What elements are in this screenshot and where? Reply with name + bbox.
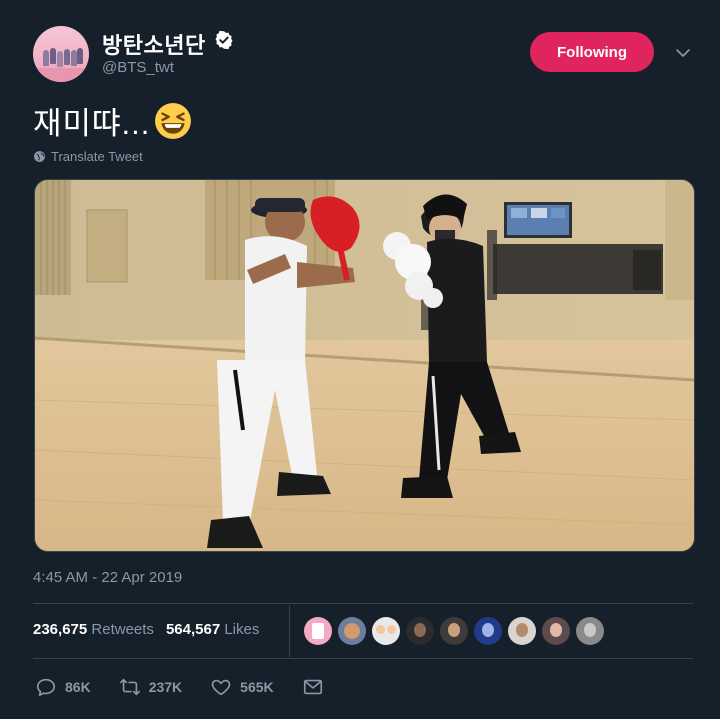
verified-badge-icon bbox=[215, 30, 233, 50]
liker-avatar[interactable] bbox=[304, 617, 332, 645]
liker-avatar[interactable] bbox=[372, 617, 400, 645]
author-avatar[interactable] bbox=[33, 26, 89, 82]
likes-stat[interactable]: 564,567 Likes bbox=[166, 621, 259, 638]
retweets-stat[interactable]: 236,675 Retweets bbox=[33, 621, 154, 638]
liked-by-avatars bbox=[304, 617, 604, 645]
tweet-actions: 86K 237K 565K bbox=[35, 676, 352, 698]
likes-label: Likes bbox=[224, 621, 260, 638]
tweet-timestamp[interactable]: 4:45 AM - 22 Apr 2019 bbox=[33, 569, 182, 586]
liker-avatar[interactable] bbox=[474, 617, 502, 645]
engagement-stats: 236,675 Retweets 564,567 Likes bbox=[33, 621, 259, 638]
liker-avatar[interactable] bbox=[338, 617, 366, 645]
like-count: 565K bbox=[240, 679, 274, 695]
reply-button[interactable]: 86K bbox=[35, 676, 91, 698]
reply-icon bbox=[36, 678, 56, 697]
direct-message-button[interactable] bbox=[302, 676, 324, 698]
retweets-count: 236,675 bbox=[33, 621, 88, 638]
liker-avatar[interactable] bbox=[508, 617, 536, 645]
retweet-button[interactable]: 237K bbox=[119, 676, 182, 698]
grinning-squinting-face-icon bbox=[155, 102, 192, 139]
stats-separator bbox=[289, 605, 290, 657]
retweet-count: 237K bbox=[148, 679, 183, 695]
tweet-video[interactable] bbox=[34, 179, 695, 552]
divider-top bbox=[33, 603, 693, 604]
tweet-text-body: 재미땨... bbox=[33, 106, 151, 141]
translate-tweet-label: Translate Tweet bbox=[51, 149, 143, 164]
chevron-down-icon[interactable] bbox=[674, 44, 692, 62]
retweets-label: Retweets bbox=[91, 621, 154, 638]
tweet-card: 방탄소년단 @BTS_twt Following 재미땨... Translat… bbox=[0, 0, 720, 719]
video-thumbnail bbox=[35, 180, 694, 551]
translate-tweet-link[interactable]: Translate Tweet bbox=[33, 149, 143, 164]
liker-avatar[interactable] bbox=[542, 617, 570, 645]
liker-avatar[interactable] bbox=[576, 617, 604, 645]
liker-avatar[interactable] bbox=[406, 617, 434, 645]
reply-count: 86K bbox=[65, 679, 91, 695]
author-handle[interactable]: @BTS_twt bbox=[102, 59, 174, 76]
divider-bottom bbox=[33, 658, 693, 659]
heart-icon bbox=[211, 679, 231, 696]
following-button[interactable]: Following bbox=[530, 32, 654, 72]
globe-icon bbox=[34, 151, 45, 162]
author-display-name[interactable]: 방탄소년단 bbox=[102, 28, 206, 60]
tweet-text: 재미땨... bbox=[33, 98, 192, 143]
like-button[interactable]: 565K bbox=[210, 676, 274, 698]
envelope-icon bbox=[303, 679, 322, 695]
retweet-icon bbox=[119, 678, 140, 696]
likes-count: 564,567 bbox=[165, 621, 221, 638]
liker-avatar[interactable] bbox=[440, 617, 468, 645]
